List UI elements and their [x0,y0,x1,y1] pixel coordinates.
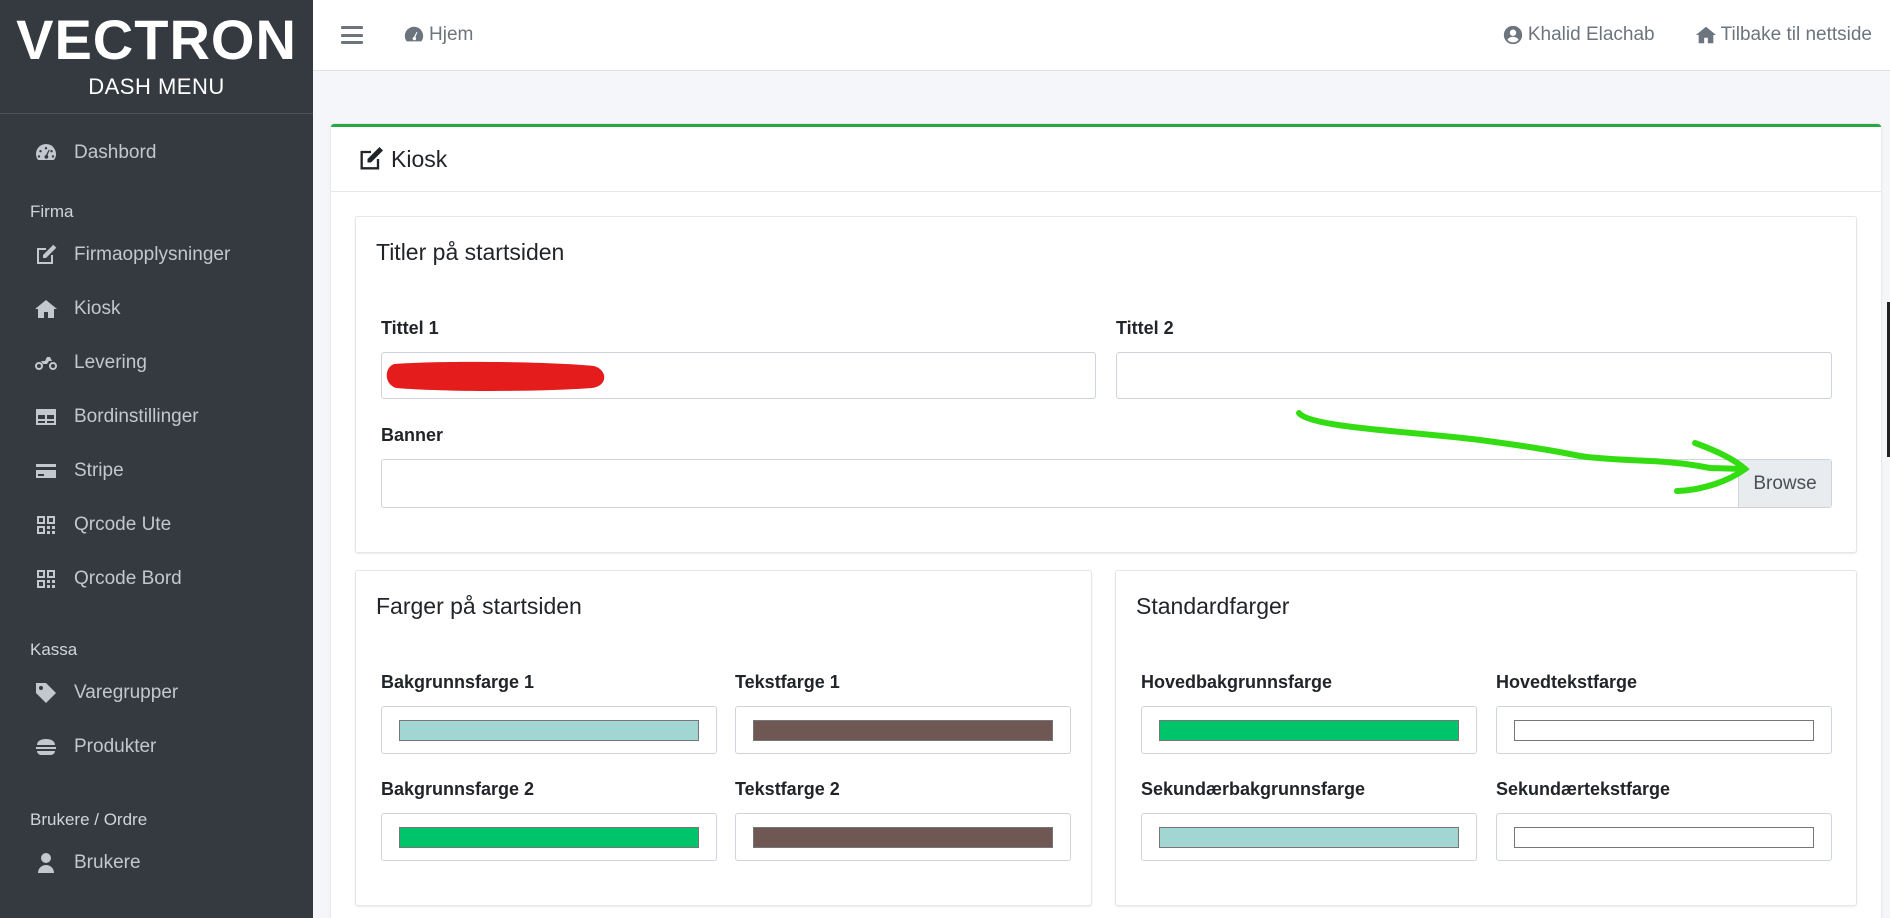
sidebar: VECTRON DASH MENU Dashbord Firma Firmaop… [0,0,313,918]
sidebar-item-label: Brukere [74,852,141,873]
main-text-color-label: Hovedtekstfarge [1496,672,1638,692]
main-bg-color-picker[interactable] [1141,706,1477,754]
home-link[interactable]: Hjem [403,24,473,46]
start-colors-panel-title: Farger på startsiden [376,593,582,619]
banner-file-input[interactable]: Browse [381,459,1832,508]
bg-color2-picker[interactable] [381,813,717,861]
banner-label: Banner [381,425,444,445]
text-color2-swatch [753,827,1053,848]
sidebar-item-produkter[interactable]: Produkter [0,720,313,774]
motorcycle-icon [32,351,60,375]
home-icon [1695,26,1716,44]
tittel2-input[interactable] [1116,352,1832,399]
back-to-website-link[interactable]: Tilbake til nettside [1695,24,1872,46]
sidebar-item-label: Qrcode Ute [74,514,172,535]
titles-panel: Titler på startsiden Tittel 1 Tittel 2 B… [355,216,1857,553]
main-bg-color-label: Hovedbakgrunnsfarge [1141,672,1333,692]
user-icon [32,851,60,875]
kiosk-card: Kiosk Titler på startsiden Tittel 1 Titt… [331,124,1881,918]
sidebar-header-brukere-ordre: Brukere / Ordre [30,810,148,829]
sidebar-item-stripe[interactable]: Stripe [0,444,313,498]
standard-colors-panel-title: Standardfarger [1136,593,1290,619]
sidebar-item-qrcode-ute[interactable]: Qrcode Ute [0,498,313,552]
card-title: Kiosk [391,145,448,172]
qrcode-icon [32,513,60,537]
edit-icon [32,243,60,267]
sidebar-item-label: Varegrupper [74,682,179,703]
sidebar-header-kassa: Kassa [30,640,78,659]
brand-title: VECTRON [16,8,297,71]
card-header: Kiosk [331,127,1881,192]
main-bg-color-swatch [1159,720,1459,741]
text-color1-swatch [753,720,1053,741]
home-icon [32,297,60,321]
user-profile-link[interactable]: Khalid Elachab [1502,24,1655,46]
sidebar-item-label: Firmaopplysninger [74,244,231,265]
redaction-mark [386,361,605,391]
main-text-color-picker[interactable] [1496,706,1832,754]
topbar: Hjem Khalid Elachab Tilbake til nettside [313,0,1890,71]
sidebar-item-levering[interactable]: Levering [0,336,313,390]
user-circle-icon [1503,25,1523,45]
bg-color2-swatch [399,827,699,848]
tachometer-icon [32,141,60,165]
sidebar-item-label: Stripe [74,460,124,481]
tittel1-label: Tittel 1 [381,318,439,338]
edit-icon [360,146,384,170]
bg-color1-picker[interactable] [381,706,717,754]
brand-subtitle: DASH MENU [88,74,225,99]
secondary-text-color-label: Sekundærtekstfarge [1496,779,1671,799]
bg-color1-label: Bakgrunnsfarge 1 [381,672,535,692]
sidebar-item-dashboard[interactable]: Dashbord [0,126,313,180]
sidebar-item-label: Kiosk [74,298,121,319]
secondary-text-color-swatch [1514,827,1814,848]
secondary-text-color-picker[interactable] [1496,813,1832,861]
table-icon [32,405,60,429]
user-name: Khalid Elachab [1527,24,1655,45]
sidebar-item-bordinstillinger[interactable]: Bordinstillinger [0,390,313,444]
bg-color1-swatch [399,720,699,741]
text-color1-label: Tekstfarge 1 [735,672,840,692]
sidebar-item-label: Qrcode Bord [74,568,182,589]
back-to-website-label: Tilbake til nettside [1720,24,1872,45]
secondary-bg-color-swatch [1159,827,1459,848]
text-color2-picker[interactable] [735,813,1071,861]
qrcode-icon [32,567,60,591]
sidebar-item-firmaopplysninger[interactable]: Firmaopplysninger [0,228,313,282]
home-link-label: Hjem [429,24,474,45]
menu-toggle-button[interactable] [341,26,363,44]
tittel1-input[interactable] [381,352,1096,399]
tachometer-icon [404,26,424,42]
brand-logo[interactable]: VECTRON DASH MENU [0,0,313,114]
start-colors-panel: Farger på startsiden Bakgrunnsfarge 1 Te… [355,570,1092,906]
hamburger-food-icon [32,735,60,759]
sidebar-item-brukere[interactable]: Brukere [0,836,313,890]
sidebar-item-label: Bordinstillinger [74,406,199,427]
sidebar-item-label: Levering [74,352,147,373]
titles-panel-title: Titler på startsiden [376,239,565,265]
browse-button[interactable]: Browse [1738,460,1831,507]
text-color2-label: Tekstfarge 2 [735,779,840,799]
standard-colors-panel: Standardfarger Hovedbakgrunnsfarge Hoved… [1115,570,1857,906]
bg-color2-label: Bakgrunnsfarge 2 [381,779,535,799]
secondary-bg-color-picker[interactable] [1141,813,1477,861]
sidebar-item-varegrupper[interactable]: Varegrupper [0,666,313,720]
sidebar-item-label: Dashbord [74,142,157,163]
tittel2-label: Tittel 2 [1116,318,1174,338]
sidebar-item-label: Produkter [74,736,157,757]
tag-icon [32,681,60,705]
credit-card-icon [32,459,60,483]
sidebar-header-firma: Firma [30,202,74,221]
text-color1-picker[interactable] [735,706,1071,754]
sidebar-item-qrcode-bord[interactable]: Qrcode Bord [0,552,313,606]
main-text-color-swatch [1514,720,1814,741]
sidebar-item-kiosk[interactable]: Kiosk [0,282,313,336]
sidebar-nav: Dashbord Firma Firmaopplysninger Kiosk L… [0,114,313,890]
secondary-bg-color-label: Sekundærbakgrunnsfarge [1141,779,1366,799]
